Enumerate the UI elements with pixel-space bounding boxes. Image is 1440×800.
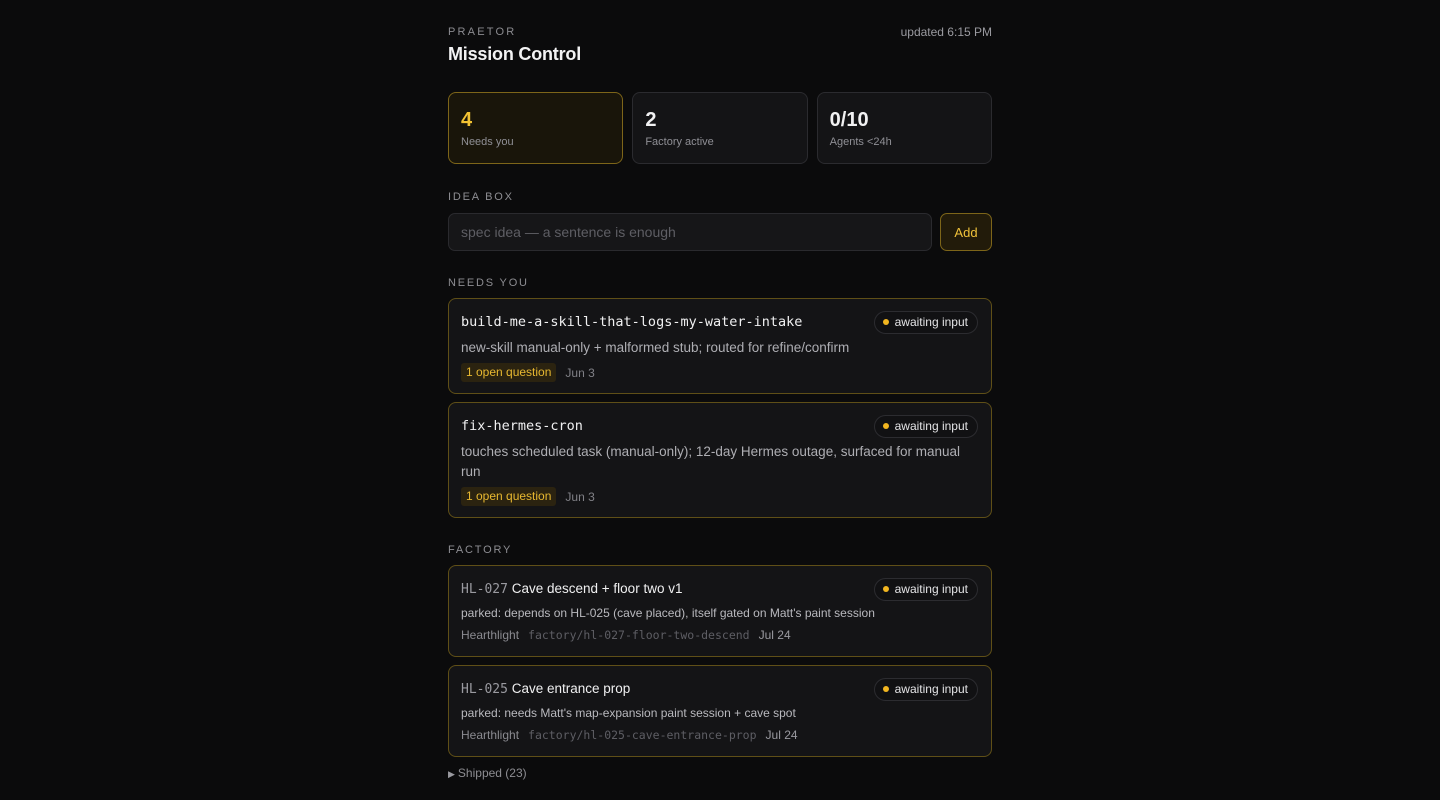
needs-you-card[interactable]: build-me-a-skill-that-logs-my-water-inta… <box>448 298 992 394</box>
add-idea-button[interactable]: Add <box>940 213 992 251</box>
needs-you-card[interactable]: fix-hermes-cron awaiting input touches s… <box>448 402 992 518</box>
mission-control-page: PRAETOR Mission Control updated 6:15 PM … <box>448 0 992 780</box>
card-description: new-skill manual-only + malformed stub; … <box>461 340 850 355</box>
updated-timestamp: updated 6:15 PM <box>900 25 992 39</box>
stat-value: 4 <box>461 109 473 131</box>
factory-list: HL-027 Cave descend + floor two v1 await… <box>448 565 992 757</box>
stat-factory-active[interactable]: 2 Factory active <box>632 92 808 164</box>
card-meta: 1 open question Jun 3 <box>461 363 979 382</box>
dot-icon <box>882 423 889 429</box>
stat-label: Needs you <box>461 136 514 148</box>
needs-you-list: build-me-a-skill-that-logs-my-water-inta… <box>448 298 992 518</box>
open-question-tag[interactable]: 1 open question <box>461 487 557 506</box>
factory-card-meta: Hearthlight factory/hl-027-floor-two-des… <box>461 628 979 642</box>
idea-input[interactable] <box>448 213 932 251</box>
ticket-id: HL-027 <box>461 582 508 597</box>
status-text: awaiting input <box>894 582 968 596</box>
status-text: awaiting input <box>894 315 968 329</box>
stat-needs-you[interactable]: 4 Needs you <box>448 92 624 164</box>
page-title: Mission Control <box>448 44 581 64</box>
card-date: Jun 3 <box>565 489 595 504</box>
status-badge: awaiting input <box>873 415 978 438</box>
stat-value: 0/10 <box>829 109 869 131</box>
card-description: touches scheduled task (manual-only); 12… <box>461 444 961 479</box>
factory-card[interactable]: HL-027 Cave descend + floor two v1 await… <box>448 565 992 657</box>
factory-card-meta: Hearthlight factory/hl-025-cave-entrance… <box>461 728 979 742</box>
status-text: awaiting input <box>894 419 968 433</box>
card-date: Jul 24 <box>765 728 798 742</box>
factory-card-description: parked: needs Matt's map-expansion paint… <box>461 706 796 720</box>
stat-agents[interactable]: 0/10 Agents <24h <box>816 92 992 164</box>
stat-label: Agents <24h <box>829 136 892 148</box>
factory-heading: FACTORY <box>448 544 513 556</box>
needs-you-heading: NEEDS YOU <box>448 277 529 289</box>
triangle-right-icon: ▶ <box>448 769 455 779</box>
dot-icon <box>882 586 889 592</box>
status-text: awaiting input <box>894 682 968 696</box>
idea-box-heading: IDEA BOX <box>448 191 514 203</box>
stat-value: 2 <box>645 109 657 131</box>
ticket-title: Cave descend + floor two v1 <box>511 581 683 596</box>
open-question-tag[interactable]: 1 open question <box>461 363 557 382</box>
project-name: Hearthlight <box>461 628 520 642</box>
status-badge: awaiting input <box>873 678 978 701</box>
status-badge: awaiting input <box>873 578 978 601</box>
status-badge: awaiting input <box>873 311 978 334</box>
stat-label: Factory active <box>645 136 714 148</box>
dot-icon <box>882 686 889 692</box>
ticket-id: HL-025 <box>461 682 508 697</box>
card-date: Jun 3 <box>565 365 595 380</box>
card-meta: 1 open question Jun 3 <box>461 487 979 506</box>
page-header: PRAETOR Mission Control updated 6:15 PM <box>448 0 992 92</box>
dot-icon <box>882 319 889 325</box>
branch-name: factory/hl-025-cave-entrance-prop <box>528 728 757 742</box>
idea-box: Add <box>448 213 992 251</box>
factory-card[interactable]: HL-025 Cave entrance prop awaiting input… <box>448 665 992 757</box>
project-name: Hearthlight <box>461 728 520 742</box>
brand-label: PRAETOR <box>448 26 517 38</box>
shipped-label: Shipped (23) <box>457 766 527 780</box>
card-date: Jul 24 <box>758 628 791 642</box>
stats-row: 4 Needs you 2 Factory active 0/10 Agents… <box>448 92 992 164</box>
ticket-title: Cave entrance prop <box>511 681 631 696</box>
branch-name: factory/hl-027-floor-two-descend <box>528 628 750 642</box>
shipped-toggle[interactable]: ▶ Shipped (23) <box>448 766 992 780</box>
factory-card-description: parked: depends on HL-025 (cave placed),… <box>461 606 875 620</box>
